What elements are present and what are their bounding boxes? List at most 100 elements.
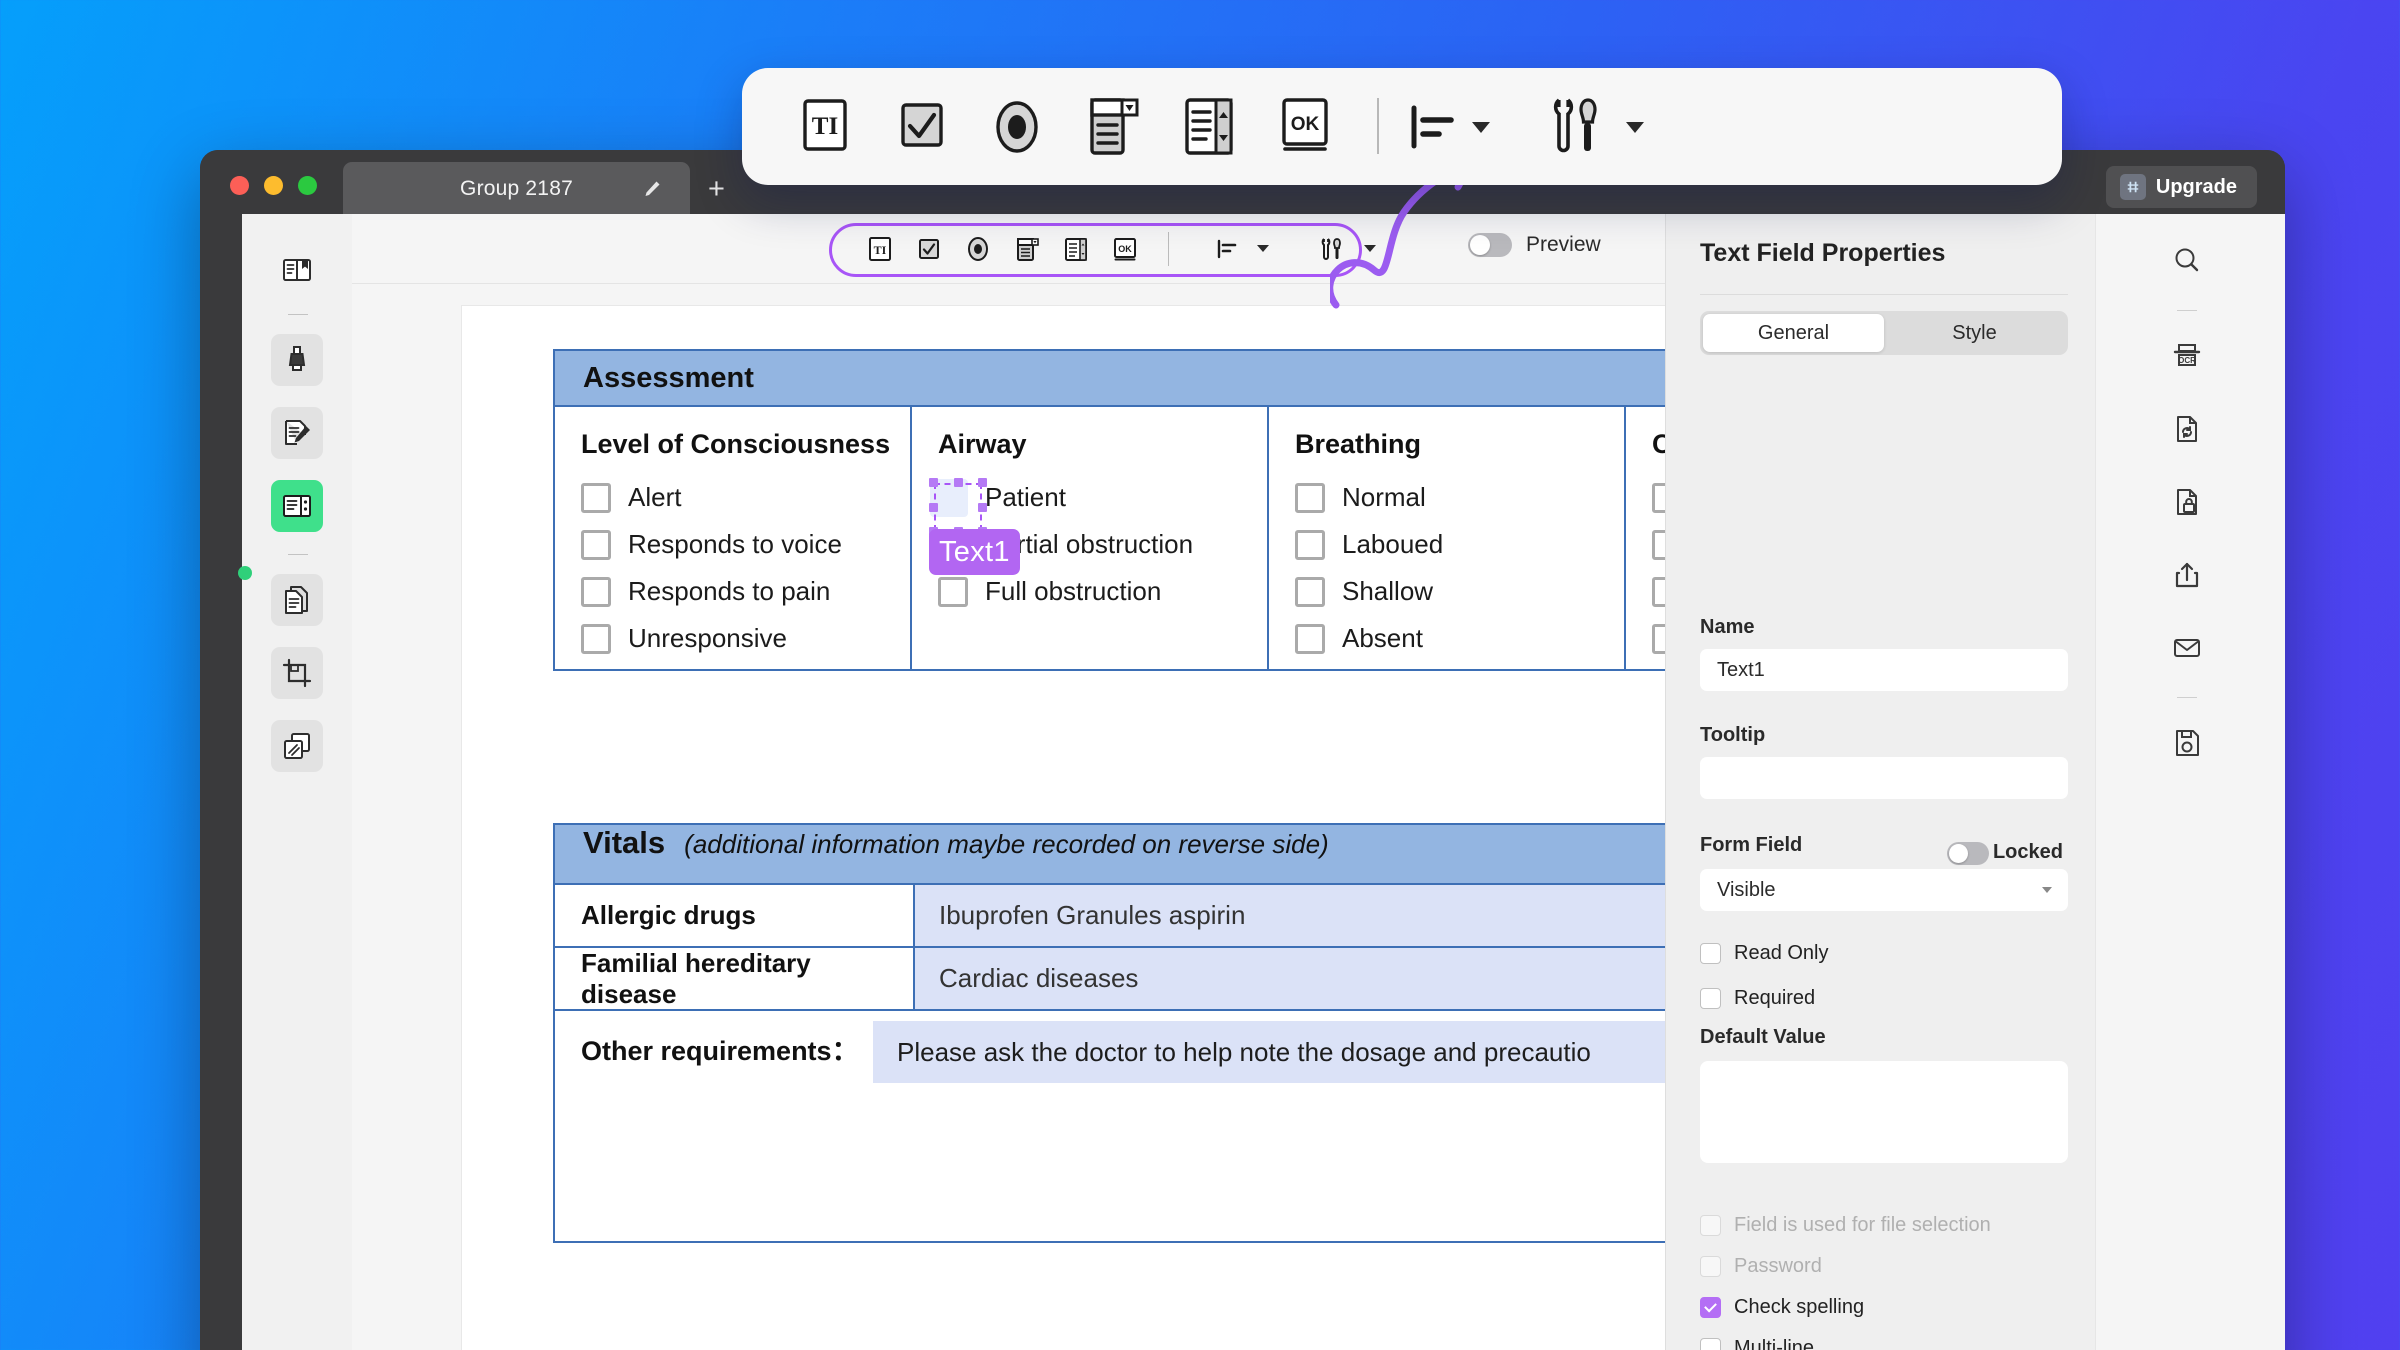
selected-form-field[interactable] bbox=[929, 478, 987, 536]
zoom-tools-chevron-down-icon[interactable] bbox=[1626, 122, 1644, 133]
right-item-search[interactable] bbox=[2162, 236, 2212, 286]
tab-style[interactable]: Style bbox=[1884, 314, 2065, 352]
panel-divider bbox=[1700, 294, 2068, 295]
annotate-edit-icon bbox=[285, 420, 310, 445]
checkbox-row[interactable]: Responds to voice bbox=[581, 521, 910, 568]
checkbox-row[interactable]: Absent bbox=[1295, 615, 1624, 662]
align-chevron-down-icon[interactable] bbox=[1257, 245, 1269, 252]
resize-handle-e[interactable] bbox=[978, 502, 987, 512]
checkbox-row[interactable]: Normal bbox=[1295, 474, 1624, 521]
zoom-tool-radio-button[interactable] bbox=[982, 93, 1052, 161]
checkbox-check-spelling[interactable]: Check spelling bbox=[1700, 1296, 1864, 1319]
checkbox-normal[interactable] bbox=[1295, 482, 1325, 513]
sidebar-item-compress[interactable] bbox=[271, 720, 323, 772]
preview-toggle[interactable]: Preview bbox=[1468, 233, 1601, 257]
checkbox-multi-line[interactable]: Multi-line bbox=[1700, 1337, 1814, 1350]
checkbox-field-icon bbox=[901, 103, 943, 147]
right-item-protect[interactable] bbox=[2162, 477, 2212, 527]
tool-radio-button[interactable] bbox=[958, 230, 998, 268]
vitals-note: (additional information maybe recorded o… bbox=[684, 829, 1329, 859]
assessment-title: Assessment bbox=[583, 361, 754, 394]
sidebar-item-highlighter[interactable] bbox=[271, 334, 323, 386]
option-label: Full obstruction bbox=[985, 576, 1162, 606]
zoom-tool-text-field[interactable]: TI bbox=[790, 93, 860, 161]
checkbox-row[interactable]: Patient bbox=[938, 474, 1267, 521]
upgrade-label: Upgrade bbox=[2155, 175, 2237, 198]
checkbox-row[interactable]: Shallow bbox=[1295, 568, 1624, 615]
checkbox-shallow[interactable] bbox=[1295, 576, 1325, 607]
preview-toggle-knob bbox=[1470, 235, 1490, 255]
convert-file-icon bbox=[2177, 416, 2197, 442]
tools-chevron-down-icon[interactable] bbox=[1364, 245, 1376, 252]
maximize-window-button[interactable] bbox=[298, 176, 317, 195]
checkbox-read-only[interactable]: Read Only bbox=[1700, 942, 1829, 965]
magnified-toolbar: TI OK bbox=[742, 68, 2062, 185]
zoom-tool-checkbox-field[interactable] bbox=[886, 93, 956, 161]
checkbox-unresponsive[interactable] bbox=[581, 623, 611, 654]
checkbox-password[interactable]: Password bbox=[1700, 1255, 1822, 1278]
close-window-button[interactable] bbox=[230, 176, 249, 195]
align-left-icon bbox=[1411, 105, 1454, 149]
zoom-align-chevron-down-icon[interactable] bbox=[1472, 122, 1490, 133]
minimize-window-button[interactable] bbox=[264, 176, 283, 195]
sidebar-item-annotate[interactable] bbox=[271, 407, 323, 459]
zoom-tool-combo-box[interactable] bbox=[1078, 93, 1148, 161]
zoom-tool-more-tools[interactable] bbox=[1542, 93, 1612, 161]
checkbox-alert[interactable] bbox=[581, 482, 611, 513]
checkbox-file-selection[interactable]: Field is used for file selection bbox=[1700, 1214, 1991, 1237]
checkbox-row[interactable]: Unresponsive bbox=[581, 615, 910, 662]
right-item-convert[interactable] bbox=[2162, 404, 2212, 454]
pencil-icon[interactable] bbox=[642, 179, 662, 199]
default-value-label: Default Value bbox=[1700, 1026, 1826, 1048]
tool-checkbox-field[interactable] bbox=[909, 230, 949, 268]
locked-toggle[interactable] bbox=[1947, 842, 1989, 865]
svg-text:OK: OK bbox=[1118, 244, 1132, 254]
radio-button-icon bbox=[996, 101, 1038, 153]
new-tab-button[interactable]: + bbox=[708, 175, 725, 204]
checkbox-absent[interactable] bbox=[1295, 623, 1325, 654]
left-dark-rail bbox=[200, 214, 242, 1350]
checkbox-responds-to-pain[interactable] bbox=[581, 576, 611, 607]
tool-align[interactable] bbox=[1207, 230, 1247, 268]
tool-list-box[interactable] bbox=[1056, 230, 1096, 268]
zoom-tool-list-box[interactable] bbox=[1174, 93, 1244, 161]
tab-general[interactable]: General bbox=[1703, 314, 1884, 352]
resize-handle-nw[interactable] bbox=[929, 478, 938, 487]
checkbox-row[interactable]: Full obstruction bbox=[938, 568, 1267, 615]
form-field-label: Form Field bbox=[1700, 834, 1803, 856]
resize-handle-n[interactable] bbox=[953, 478, 963, 487]
zoom-tool-push-button[interactable]: OK bbox=[1270, 93, 1340, 161]
checkbox-label: Check spelling bbox=[1734, 1296, 1865, 1318]
resize-handle-ne[interactable] bbox=[978, 478, 987, 487]
sidebar-item-crop-page[interactable] bbox=[271, 647, 323, 699]
right-item-save[interactable] bbox=[2162, 718, 2212, 768]
visibility-select[interactable]: Visible bbox=[1700, 869, 2068, 911]
checkbox-row[interactable]: Responds to pain bbox=[581, 568, 910, 615]
tooltip-input[interactable] bbox=[1700, 757, 2068, 799]
sidebar-item-form-fields[interactable] bbox=[271, 480, 323, 532]
resize-handle-w[interactable] bbox=[929, 502, 938, 512]
checkbox-responds-to-voice[interactable] bbox=[581, 529, 611, 560]
field-name-badge-label: Text1 bbox=[939, 535, 1010, 568]
checkbox-row[interactable]: Alert bbox=[581, 474, 910, 521]
column-title: Airway bbox=[938, 429, 1027, 459]
document-tab[interactable]: Group 2187 bbox=[343, 162, 690, 216]
upgrade-button[interactable]: Upgrade bbox=[2105, 166, 2257, 208]
default-value-textarea[interactable] bbox=[1700, 1061, 2068, 1163]
tool-combo-box[interactable] bbox=[1007, 230, 1047, 268]
option-label: Alert bbox=[628, 482, 682, 512]
sidebar-item-page-organize[interactable] bbox=[271, 574, 323, 626]
sidebar-item-reader-view[interactable] bbox=[271, 244, 323, 296]
right-item-ocr[interactable]: OCR bbox=[2162, 331, 2212, 381]
tool-text-field[interactable]: TI bbox=[860, 230, 900, 268]
tool-push-button[interactable]: OK bbox=[1105, 230, 1145, 268]
checkbox-laboued[interactable] bbox=[1295, 529, 1325, 560]
checkbox-row[interactable]: Laboued bbox=[1295, 521, 1624, 568]
checkbox-full-obstruction[interactable] bbox=[938, 576, 968, 607]
zoom-tool-align[interactable] bbox=[1397, 93, 1467, 161]
checkbox-required[interactable]: Required bbox=[1700, 987, 1815, 1010]
tool-more-tools[interactable] bbox=[1312, 230, 1352, 268]
name-input[interactable]: Text1 bbox=[1700, 649, 2068, 691]
right-item-mail[interactable] bbox=[2162, 623, 2212, 673]
right-item-share[interactable] bbox=[2162, 550, 2212, 600]
